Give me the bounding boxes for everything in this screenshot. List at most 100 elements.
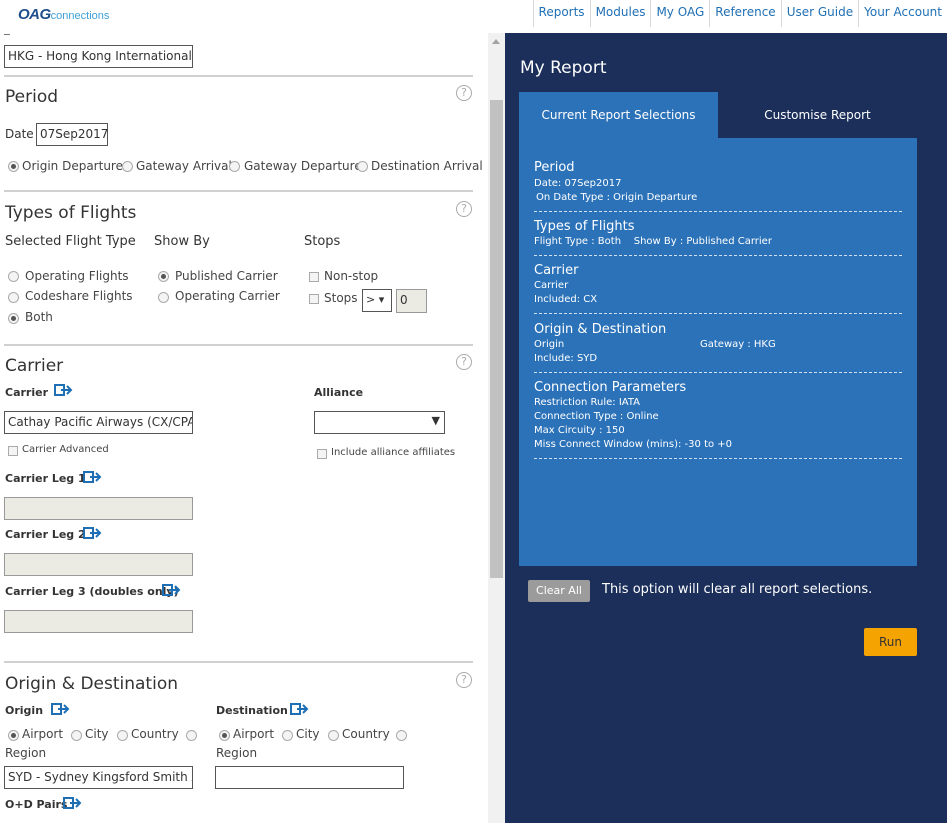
open-in-panel-icon[interactable] xyxy=(54,384,74,396)
nav-reports[interactable]: Reports xyxy=(532,0,590,27)
tab-current-selections[interactable]: Current Report Selections xyxy=(519,92,718,138)
destination-radio-airport[interactable] xyxy=(219,730,230,741)
selection-form: HKG - Hong Kong International Apt Period… xyxy=(0,33,488,823)
open-in-panel-icon[interactable] xyxy=(290,703,310,715)
carrier-leg2-input[interactable] xyxy=(4,553,193,576)
radio-gateway-departure[interactable] xyxy=(229,161,240,172)
radio-both[interactable] xyxy=(8,313,19,324)
carrier-leg3-input[interactable] xyxy=(4,610,193,633)
nav-user-guide[interactable]: User Guide xyxy=(780,0,858,27)
open-in-panel-icon[interactable] xyxy=(83,471,103,483)
carrier-input[interactable]: Cathay Pacific Airways (CX/CPA), xyxy=(4,411,193,434)
scrollbar[interactable] xyxy=(488,33,505,823)
oag-logo[interactable]: OAGconnections xyxy=(18,6,109,23)
radio-label: Country xyxy=(342,727,390,741)
radio-operating-flights[interactable] xyxy=(8,271,19,282)
divider xyxy=(534,372,902,373)
tab-customise-report[interactable]: Customise Report xyxy=(718,92,917,138)
scrollbar-thumb[interactable] xyxy=(490,100,503,578)
chevron-down-icon: ▼ xyxy=(431,414,440,427)
destination-radio-country[interactable] xyxy=(328,730,339,741)
origin-input[interactable]: SYD - Sydney Kingsford Smith Apt, xyxy=(4,766,193,789)
date-label: Date xyxy=(5,127,34,141)
origin-radio-region[interactable] xyxy=(186,730,197,741)
radio-label: Region xyxy=(216,746,258,760)
chevron-down-icon: ▾ xyxy=(378,293,385,306)
stops-operator-select[interactable]: > ▾ xyxy=(362,289,392,312)
show-by-title: Show By xyxy=(154,234,210,249)
radio-origin-departure[interactable] xyxy=(8,161,19,172)
summary-period-title: Period xyxy=(534,160,575,175)
run-button[interactable]: Run xyxy=(864,628,917,656)
date-input[interactable]: 07Sep2017 xyxy=(36,123,108,146)
od-title: Origin & Destination xyxy=(5,674,178,694)
help-circle-icon[interactable]: ? xyxy=(456,85,472,101)
nav-modules[interactable]: Modules xyxy=(589,0,651,27)
radio-label: Published Carrier xyxy=(175,269,278,283)
summary-od-include: Include: SYD xyxy=(534,353,598,364)
divider xyxy=(534,313,902,314)
open-in-panel-icon[interactable] xyxy=(162,584,182,596)
origin-label: Origin xyxy=(5,704,44,717)
radio-published-carrier[interactable] xyxy=(158,271,169,282)
open-in-panel-icon[interactable] xyxy=(63,797,83,809)
nav-my-oag[interactable]: My OAG xyxy=(650,0,709,27)
open-in-panel-icon[interactable] xyxy=(51,703,71,715)
origin-radio-airport[interactable] xyxy=(8,730,19,741)
radio-label: Both xyxy=(25,310,53,324)
summary-conn-window: Miss Connect Window (mins): -30 to +0 xyxy=(534,439,733,450)
stops-count-input[interactable]: 0 xyxy=(396,289,427,313)
summary-conn-title: Connection Parameters xyxy=(534,380,687,395)
destination-radio-city[interactable] xyxy=(282,730,293,741)
radio-destination-arrival[interactable] xyxy=(357,161,368,172)
destination-radio-region[interactable] xyxy=(396,730,407,741)
stops-checkbox[interactable] xyxy=(309,294,319,304)
radio-label: Codeshare Flights xyxy=(25,289,133,303)
stops-title: Stops xyxy=(304,234,341,249)
nav-reference[interactable]: Reference xyxy=(709,0,780,27)
summary-od-title: Origin & Destination xyxy=(534,322,667,337)
types-title: Types of Flights xyxy=(5,203,137,223)
help-circle-icon[interactable]: ? xyxy=(456,354,472,370)
carrier-title: Carrier xyxy=(5,356,64,376)
summary-conn-circuity: Max Circuity : 150 xyxy=(534,425,625,436)
radio-operating-carrier[interactable] xyxy=(158,292,169,303)
destination-input[interactable] xyxy=(215,766,404,789)
carrier-leg1-label: Carrier Leg 1 xyxy=(5,472,86,485)
clear-all-button[interactable]: Clear All xyxy=(528,580,590,602)
summary-od-gateway: Gateway : HKG xyxy=(700,339,776,350)
summary-conn-type: Connection Type : Online xyxy=(534,411,659,422)
period-title: Period xyxy=(5,87,59,107)
nonstop-checkbox[interactable] xyxy=(309,272,319,282)
summary-types-title: Types of Flights xyxy=(534,219,635,234)
help-circle-icon[interactable]: ? xyxy=(456,672,472,688)
top-bar: OAGconnections Reports Modules My OAG Re… xyxy=(0,0,947,33)
open-in-panel-icon[interactable] xyxy=(83,527,103,539)
clipped-label xyxy=(4,33,10,35)
origin-radio-city[interactable] xyxy=(71,730,82,741)
radio-label: Destination Arrival xyxy=(371,159,483,173)
od-pairs-label: O+D Pairs xyxy=(5,798,68,811)
summary-carrier-line: Carrier xyxy=(534,280,569,291)
radio-label: Operating Carrier xyxy=(175,289,280,303)
radio-label: Origin Departure xyxy=(22,159,123,173)
carrier-leg1-input[interactable] xyxy=(4,497,193,520)
nav-your-account[interactable]: Your Account xyxy=(858,0,947,27)
carrier-advanced-checkbox[interactable] xyxy=(8,446,18,456)
radio-codeshare-flights[interactable] xyxy=(8,292,19,303)
logo-sub: connections xyxy=(50,10,110,22)
divider xyxy=(4,344,473,346)
scroll-up-icon[interactable] xyxy=(492,39,500,44)
radio-gateway-arrival[interactable] xyxy=(122,161,133,172)
gateway-input[interactable]: HKG - Hong Kong International Apt xyxy=(4,45,193,68)
help-circle-icon[interactable]: ? xyxy=(456,201,472,217)
divider xyxy=(534,255,902,256)
origin-radio-country[interactable] xyxy=(117,730,128,741)
alliance-select[interactable]: ▼ xyxy=(314,411,445,434)
report-title: My Report xyxy=(520,58,607,78)
logo-main: OAG xyxy=(18,6,51,23)
radio-label: City xyxy=(85,727,109,741)
alliance-affiliates-checkbox[interactable] xyxy=(317,449,327,459)
radio-label: Airport xyxy=(233,727,275,741)
stops-operator-value: > xyxy=(366,293,376,306)
